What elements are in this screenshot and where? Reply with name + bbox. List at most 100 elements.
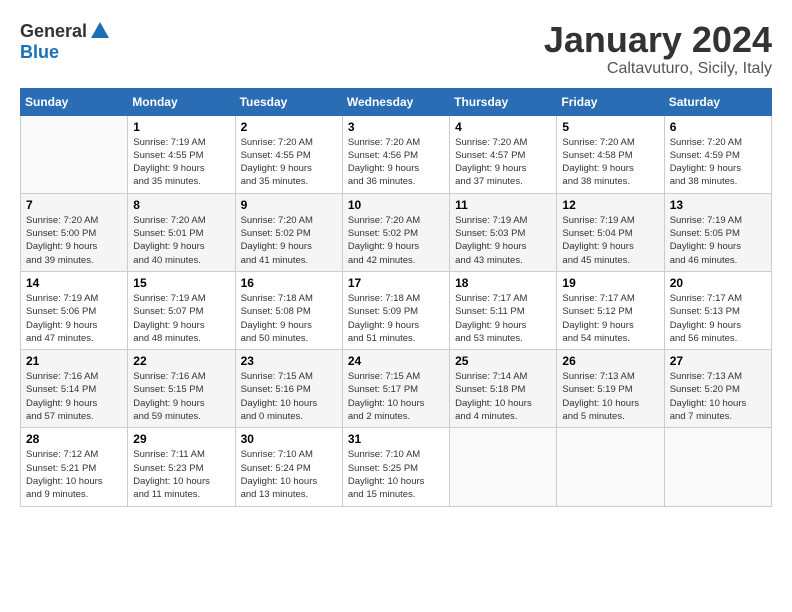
day-info: Sunrise: 7:17 AMSunset: 5:12 PMDaylight:… [562, 292, 658, 345]
day-info: Sunrise: 7:13 AMSunset: 5:19 PMDaylight:… [562, 370, 658, 423]
calendar-cell: 26 Sunrise: 7:13 AMSunset: 5:19 PMDayligh… [557, 350, 664, 428]
logo-icon [89, 20, 111, 42]
day-number: 4 [455, 120, 551, 134]
page-header: General Blue January 2024 Caltavuturo, S… [20, 20, 772, 78]
day-number: 18 [455, 276, 551, 290]
day-info: Sunrise: 7:17 AMSunset: 5:11 PMDaylight:… [455, 292, 551, 345]
day-number: 22 [133, 354, 229, 368]
calendar-cell: 2Sunrise: 7:20 AMSunset: 4:55 PMDaylight… [235, 115, 342, 193]
day-number: 14 [26, 276, 122, 290]
day-number: 7 [26, 198, 122, 212]
day-number: 10 [348, 198, 444, 212]
month-title: January 2024 [544, 20, 772, 60]
day-info: Sunrise: 7:19 AMSunset: 5:04 PMDaylight:… [562, 214, 658, 267]
day-number: 31 [348, 432, 444, 446]
day-number: 24 [348, 354, 444, 368]
day-number: 8 [133, 198, 229, 212]
day-info: Sunrise: 7:19 AMSunset: 5:07 PMDaylight:… [133, 292, 229, 345]
calendar-cell [21, 115, 128, 193]
day-number: 23 [241, 354, 337, 368]
day-number: 3 [348, 120, 444, 134]
logo-general: General [20, 21, 87, 42]
day-header-friday: Friday [557, 88, 664, 115]
day-info: Sunrise: 7:20 AMSunset: 4:58 PMDaylight:… [562, 136, 658, 189]
calendar-header-row: SundayMondayTuesdayWednesdayThursdayFrid… [21, 88, 772, 115]
day-header-sunday: Sunday [21, 88, 128, 115]
day-header-wednesday: Wednesday [342, 88, 449, 115]
day-info: Sunrise: 7:20 AMSunset: 5:02 PMDaylight:… [241, 214, 337, 267]
calendar-cell: 1Sunrise: 7:19 AMSunset: 4:55 PMDaylight… [128, 115, 235, 193]
calendar-cell: 12 Sunrise: 7:19 AMSunset: 5:04 PMDayligh… [557, 193, 664, 271]
location-title: Caltavuturo, Sicily, Italy [544, 60, 772, 78]
day-info: Sunrise: 7:16 AMSunset: 5:15 PMDaylight:… [133, 370, 229, 423]
day-number: 13 [670, 198, 766, 212]
day-info: Sunrise: 7:20 AMSunset: 4:59 PMDaylight:… [670, 136, 766, 189]
calendar-cell [557, 428, 664, 506]
day-number: 15 [133, 276, 229, 290]
day-number: 17 [348, 276, 444, 290]
calendar-cell: 25 Sunrise: 7:14 AMSunset: 5:18 PMDayligh… [450, 350, 557, 428]
day-info: Sunrise: 7:15 AMSunset: 5:16 PMDaylight:… [241, 370, 337, 423]
day-info: Sunrise: 7:17 AMSunset: 5:13 PMDaylight:… [670, 292, 766, 345]
day-info: Sunrise: 7:20 AMSunset: 5:00 PMDaylight:… [26, 214, 122, 267]
calendar-week-1: 7 Sunrise: 7:20 AMSunset: 5:00 PMDaylight… [21, 193, 772, 271]
day-info: Sunrise: 7:16 AMSunset: 5:14 PMDaylight:… [26, 370, 122, 423]
calendar-cell [450, 428, 557, 506]
day-info: Sunrise: 7:19 AMSunset: 4:55 PMDaylight:… [133, 136, 229, 189]
calendar-cell: 31 Sunrise: 7:10 AMSunset: 5:25 PMDayligh… [342, 428, 449, 506]
day-number: 12 [562, 198, 658, 212]
calendar-cell: 10 Sunrise: 7:20 AMSunset: 5:02 PMDayligh… [342, 193, 449, 271]
calendar-cell: 16Sunrise: 7:18 AMSunset: 5:08 PMDayligh… [235, 271, 342, 349]
calendar-cell: 14 Sunrise: 7:19 AMSunset: 5:06 PMDayligh… [21, 271, 128, 349]
calendar-cell: 8Sunrise: 7:20 AMSunset: 5:01 PMDaylight… [128, 193, 235, 271]
calendar-cell: 11 Sunrise: 7:19 AMSunset: 5:03 PMDayligh… [450, 193, 557, 271]
day-number: 11 [455, 198, 551, 212]
calendar-cell: 18 Sunrise: 7:17 AMSunset: 5:11 PMDayligh… [450, 271, 557, 349]
day-info: Sunrise: 7:19 AMSunset: 5:03 PMDaylight:… [455, 214, 551, 267]
calendar-week-0: 1Sunrise: 7:19 AMSunset: 4:55 PMDaylight… [21, 115, 772, 193]
calendar-cell: 5 Sunrise: 7:20 AMSunset: 4:58 PMDaylight… [557, 115, 664, 193]
calendar-cell: 19Sunrise: 7:17 AMSunset: 5:12 PMDayligh… [557, 271, 664, 349]
calendar-week-2: 14 Sunrise: 7:19 AMSunset: 5:06 PMDayligh… [21, 271, 772, 349]
calendar-cell: 4 Sunrise: 7:20 AMSunset: 4:57 PMDaylight… [450, 115, 557, 193]
day-number: 26 [562, 354, 658, 368]
calendar-week-3: 21Sunrise: 7:16 AMSunset: 5:14 PMDayligh… [21, 350, 772, 428]
calendar-cell: 29Sunrise: 7:11 AMSunset: 5:23 PMDayligh… [128, 428, 235, 506]
day-info: Sunrise: 7:20 AMSunset: 4:57 PMDaylight:… [455, 136, 551, 189]
calendar-cell: 22 Sunrise: 7:16 AMSunset: 5:15 PMDayligh… [128, 350, 235, 428]
day-info: Sunrise: 7:19 AMSunset: 5:05 PMDaylight:… [670, 214, 766, 267]
day-header-tuesday: Tuesday [235, 88, 342, 115]
logo-blue: Blue [20, 42, 59, 63]
calendar-cell: 17 Sunrise: 7:18 AMSunset: 5:09 PMDayligh… [342, 271, 449, 349]
logo: General Blue [20, 20, 111, 63]
day-info: Sunrise: 7:13 AMSunset: 5:20 PMDaylight:… [670, 370, 766, 423]
calendar-cell: 9 Sunrise: 7:20 AMSunset: 5:02 PMDaylight… [235, 193, 342, 271]
calendar-cell: 20 Sunrise: 7:17 AMSunset: 5:13 PMDayligh… [664, 271, 771, 349]
day-info: Sunrise: 7:14 AMSunset: 5:18 PMDaylight:… [455, 370, 551, 423]
day-info: Sunrise: 7:18 AMSunset: 5:08 PMDaylight:… [241, 292, 337, 345]
day-info: Sunrise: 7:15 AMSunset: 5:17 PMDaylight:… [348, 370, 444, 423]
day-header-saturday: Saturday [664, 88, 771, 115]
day-number: 25 [455, 354, 551, 368]
day-info: Sunrise: 7:20 AMSunset: 4:56 PMDaylight:… [348, 136, 444, 189]
calendar-cell: 23 Sunrise: 7:15 AMSunset: 5:16 PMDayligh… [235, 350, 342, 428]
day-number: 2 [241, 120, 337, 134]
calendar-cell: 21Sunrise: 7:16 AMSunset: 5:14 PMDayligh… [21, 350, 128, 428]
day-info: Sunrise: 7:10 AMSunset: 5:25 PMDaylight:… [348, 448, 444, 501]
calendar-cell: 28Sunrise: 7:12 AMSunset: 5:21 PMDayligh… [21, 428, 128, 506]
calendar-cell: 6Sunrise: 7:20 AMSunset: 4:59 PMDaylight… [664, 115, 771, 193]
day-info: Sunrise: 7:20 AMSunset: 5:02 PMDaylight:… [348, 214, 444, 267]
day-number: 9 [241, 198, 337, 212]
calendar-cell: 15 Sunrise: 7:19 AMSunset: 5:07 PMDayligh… [128, 271, 235, 349]
day-info: Sunrise: 7:10 AMSunset: 5:24 PMDaylight:… [241, 448, 337, 501]
calendar-cell: 7 Sunrise: 7:20 AMSunset: 5:00 PMDaylight… [21, 193, 128, 271]
day-info: Sunrise: 7:19 AMSunset: 5:06 PMDaylight:… [26, 292, 122, 345]
day-info: Sunrise: 7:18 AMSunset: 5:09 PMDaylight:… [348, 292, 444, 345]
title-block: January 2024 Caltavuturo, Sicily, Italy [544, 20, 772, 78]
day-number: 20 [670, 276, 766, 290]
day-header-monday: Monday [128, 88, 235, 115]
calendar-cell: 24 Sunrise: 7:15 AMSunset: 5:17 PMDayligh… [342, 350, 449, 428]
calendar-cell: 13 Sunrise: 7:19 AMSunset: 5:05 PMDayligh… [664, 193, 771, 271]
day-number: 5 [562, 120, 658, 134]
day-number: 28 [26, 432, 122, 446]
